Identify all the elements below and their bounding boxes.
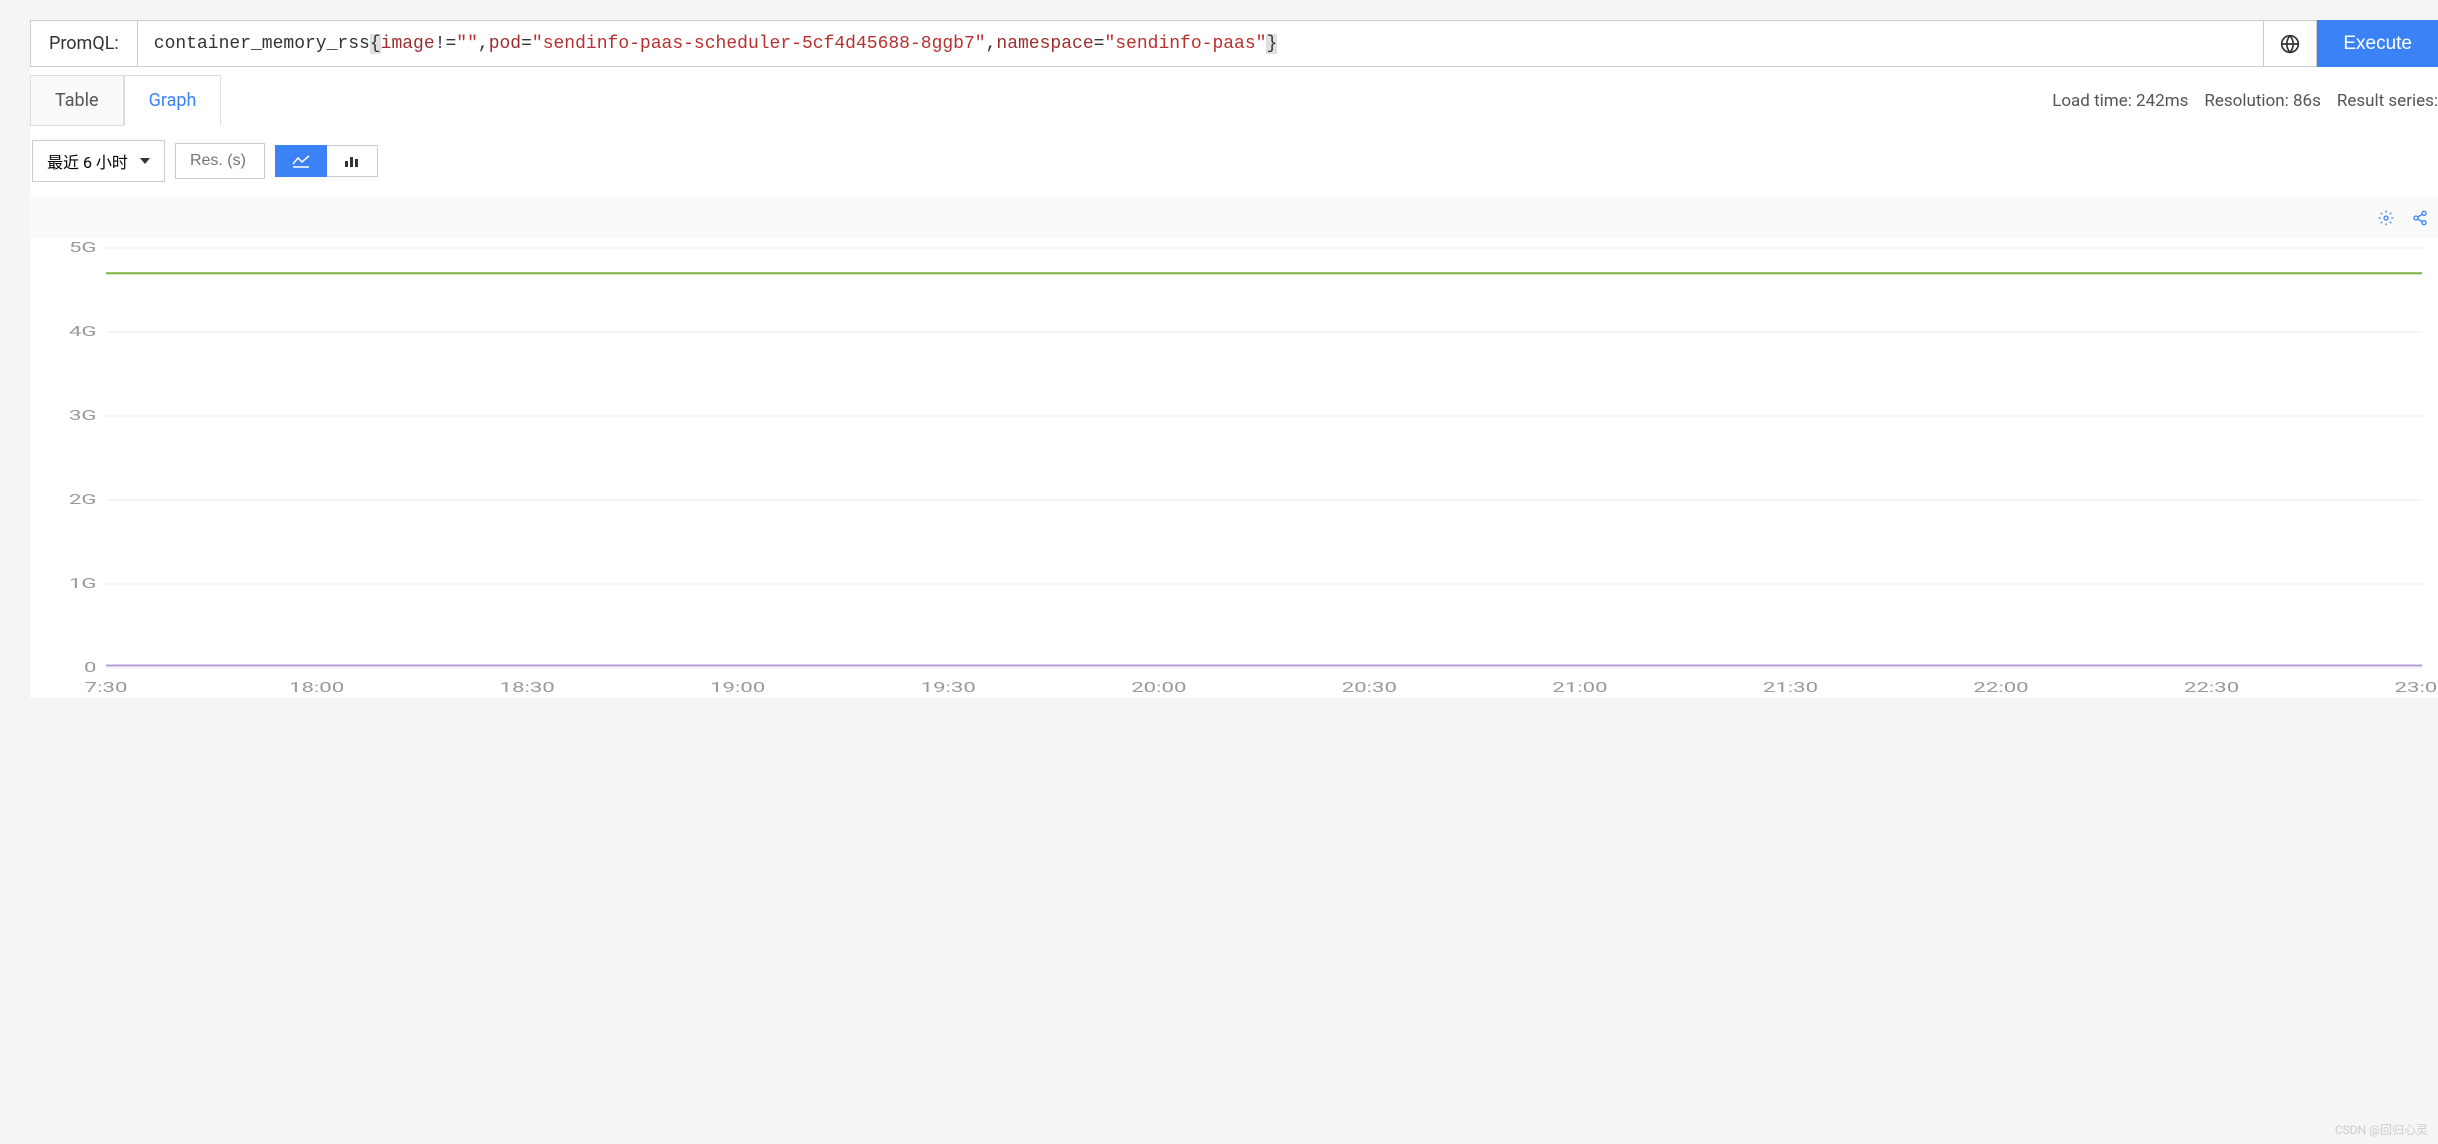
share-icon [2412, 210, 2428, 226]
query-metric: container_memory_rss [154, 34, 370, 54]
tab-table[interactable]: Table [30, 75, 124, 126]
line-chart-button[interactable] [275, 145, 327, 177]
gear-icon [2378, 210, 2394, 226]
stat-resolution: Resolution: 86s [2204, 91, 2320, 111]
bar-chart-icon [343, 154, 361, 168]
query-comma-2: , [986, 34, 997, 54]
query-label-namespace: namespace [996, 34, 1093, 54]
caret-down-icon [140, 158, 150, 164]
stat-load-time: Load time: 242ms [2052, 91, 2188, 111]
svg-text:1G: 1G [69, 575, 97, 592]
query-label-pod: pod [489, 34, 521, 54]
svg-text:4G: 4G [69, 323, 97, 340]
svg-text:20:00: 20:00 [1131, 679, 1186, 696]
query-val-image: "" [456, 34, 478, 54]
svg-text:3G: 3G [69, 407, 97, 424]
svg-text:22:00: 22:00 [1973, 679, 2028, 696]
svg-text:21:00: 21:00 [1552, 679, 1607, 696]
chart-share-button[interactable] [2412, 210, 2428, 230]
execute-button[interactable]: Execute [2317, 20, 2438, 67]
chart-settings-button[interactable] [2378, 210, 2394, 230]
query-op-eq-1: = [521, 34, 532, 54]
svg-text:19:30: 19:30 [921, 679, 976, 696]
query-brace-close: } [1266, 34, 1277, 54]
query-val-pod: "sendinfo-paas-scheduler-5cf4d45688-8ggb… [532, 34, 986, 54]
query-op-ne: != [435, 34, 457, 54]
time-range-label: 最近 6 小时 [47, 149, 128, 173]
svg-text:19:00: 19:00 [710, 679, 765, 696]
view-tabs: Table Graph [30, 75, 221, 126]
bar-chart-button[interactable] [327, 145, 378, 177]
globe-button[interactable] [2264, 20, 2317, 67]
stat-result-series: Result series: [2337, 91, 2438, 111]
svg-text:20:30: 20:30 [1342, 679, 1397, 696]
svg-text:23:00: 23:00 [2395, 679, 2438, 696]
query-stats: Load time: 242ms Resolution: 86s Result … [2052, 91, 2438, 111]
line-chart-icon [292, 154, 310, 168]
resolution-input[interactable] [175, 143, 265, 179]
chart-area: 5G 4G 3G 2G 1G 0 7:30 18:00 18:30 19:00 19:30 20:00… [30, 196, 2438, 698]
svg-text:0: 0 [84, 659, 96, 676]
time-range-selector[interactable]: 最近 6 小时 [32, 140, 165, 182]
promql-label: PromQL: [30, 20, 137, 67]
globe-icon [2280, 34, 2300, 54]
chart-type-group [275, 145, 378, 177]
svg-text:18:30: 18:30 [500, 679, 555, 696]
chart-plot: 5G 4G 3G 2G 1G 0 7:30 18:00 18:30 19:00 19:30 20:00… [30, 238, 2438, 698]
svg-text:21:30: 21:30 [1763, 679, 1818, 696]
query-brace-open: { [370, 34, 381, 54]
tab-graph[interactable]: Graph [124, 75, 222, 126]
svg-text:18:00: 18:00 [289, 679, 344, 696]
query-val-namespace: "sendinfo-paas" [1104, 34, 1266, 54]
query-op-eq-2: = [1094, 34, 1105, 54]
watermark: CSDN @回归心灵 [2335, 1121, 2428, 1138]
query-comma-1: , [478, 34, 489, 54]
svg-text:22:30: 22:30 [2184, 679, 2239, 696]
query-input[interactable]: container_memory_rss{image!="",pod="send… [137, 20, 2265, 67]
svg-text:2G: 2G [69, 491, 97, 508]
query-label-image: image [381, 34, 435, 54]
svg-text:7:30: 7:30 [85, 679, 128, 696]
svg-text:5G: 5G [69, 239, 97, 256]
